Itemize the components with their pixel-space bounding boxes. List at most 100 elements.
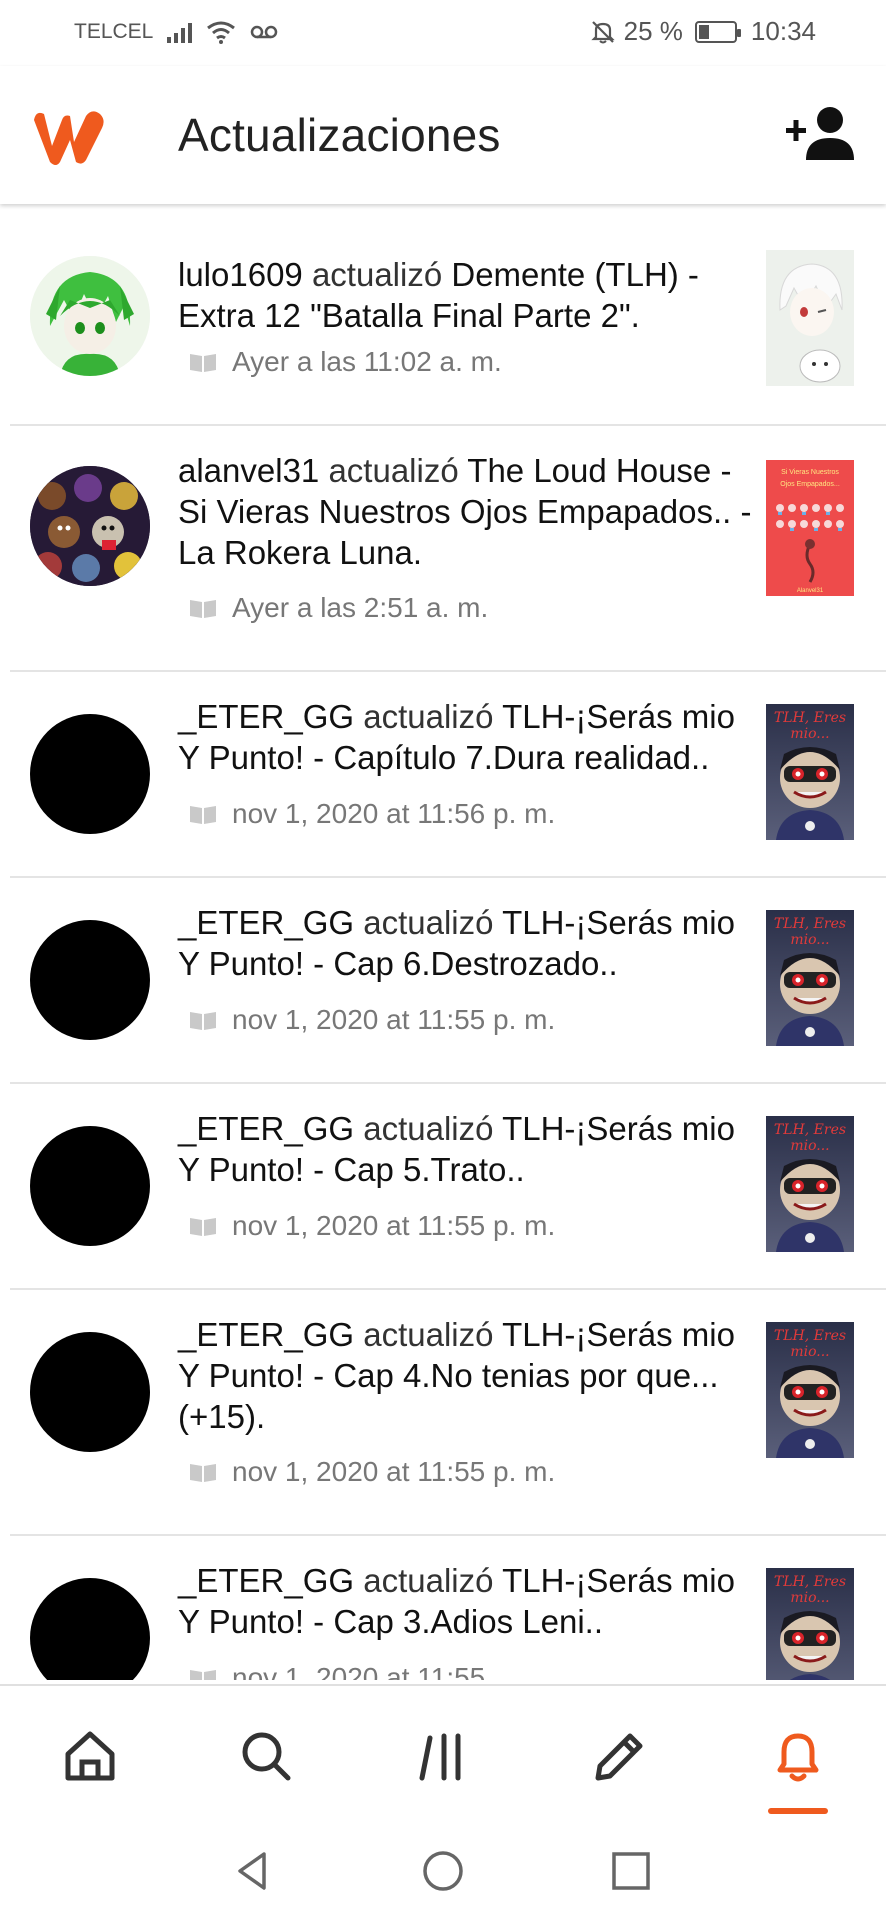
story-cover[interactable]: TLH, Eres mio... [766, 704, 854, 840]
feed-item[interactable]: _ETER_GG actualizó TLH-¡Serás mio Y Punt… [10, 1290, 886, 1536]
notifications-icon[interactable] [768, 1726, 828, 1786]
update-meta: nov 1, 2020 at 11:55 p. m. [188, 1210, 555, 1242]
avatar[interactable] [30, 1126, 150, 1246]
update-verb: actualizó [363, 1316, 494, 1353]
feed-item[interactable]: _ETER_GG actualizó TLH-¡Serás mio Y Punt… [10, 1084, 886, 1290]
update-text: _ETER_GG actualizó TLH-¡Serás mio Y Punt… [178, 1560, 758, 1642]
signal-icon [167, 21, 193, 43]
avatar[interactable] [30, 1332, 150, 1452]
update-verb: actualizó [328, 452, 459, 489]
update-time: nov 1, 2020 at 11:55 p. m. [232, 1004, 556, 1035]
username[interactable]: _ETER_GG [178, 1562, 354, 1599]
updates-feed: lulo1609 actualizó Demente (TLH) - Extra… [0, 204, 886, 1680]
active-tab-indicator [768, 1808, 828, 1814]
avatar[interactable] [30, 920, 150, 1040]
home-circle-icon[interactable] [420, 1848, 466, 1894]
story-cover[interactable]: TLH, Eres mio... [766, 910, 854, 1046]
update-verb: actualizó [311, 256, 443, 293]
update-text: alanvel31 actualizó The Loud House - Si … [178, 450, 758, 573]
username[interactable]: _ETER_GG [178, 1110, 354, 1147]
clock: 10:34 [750, 16, 816, 46]
cover-title: TLH, Eres mio... [773, 1122, 847, 1154]
system-nav [0, 1818, 886, 1920]
avatar[interactable] [30, 714, 150, 834]
update-text: _ETER_GG actualizó TLH-¡Serás mio Y Punt… [178, 1314, 758, 1437]
mute-icon [591, 20, 615, 43]
cover-title: TLH, Eres mio... [773, 710, 847, 742]
update-verb: actualizó [363, 1562, 494, 1599]
recents-icon[interactable] [608, 1848, 654, 1894]
avatar[interactable] [30, 1578, 150, 1680]
red-cover-image: Si Vieras Nuestros Ojos Empapados... Ala… [766, 460, 854, 596]
page-title: Actualizaciones [178, 109, 501, 161]
update-meta: nov 1, 2020 at 11:55 p. m. [188, 1004, 555, 1036]
update-time: nov 1, 2020 at 11:55 [232, 1662, 486, 1680]
story-cover[interactable]: TLH, Eres mio... [766, 1116, 854, 1252]
book-icon [190, 1218, 216, 1236]
update-time: nov 1, 2020 at 11:56 p. m. [232, 798, 556, 829]
update-meta: nov 1, 2020 at 11:55 [188, 1662, 485, 1680]
book-icon [190, 1464, 216, 1482]
book-icon [190, 1670, 216, 1680]
feed-item[interactable]: alanvel31 actualizó The Loud House - Si … [10, 426, 886, 672]
update-meta: nov 1, 2020 at 11:55 p. m. [188, 1456, 555, 1488]
status-left: TELCEL [74, 20, 278, 44]
story-cover[interactable]: TLH, Eres mio... [766, 1322, 854, 1458]
book-icon [190, 600, 216, 618]
battery-level [698, 24, 709, 39]
feed-item[interactable]: lulo1609 actualizó Demente (TLH) - Extra… [10, 204, 886, 426]
carrier-label: TELCEL [74, 20, 154, 43]
voicemail-icon [251, 25, 278, 39]
username[interactable]: alanvel31 [178, 452, 319, 489]
username[interactable]: lulo1609 [178, 256, 303, 293]
battery-icon [694, 20, 741, 43]
fnaf-avatar-image [30, 466, 150, 586]
username[interactable]: _ETER_GG [178, 904, 354, 941]
library-icon[interactable] [412, 1726, 472, 1786]
update-verb: actualizó [363, 698, 494, 735]
username[interactable]: _ETER_GG [178, 698, 354, 735]
search-icon[interactable] [236, 1726, 296, 1786]
story-cover[interactable]: TLH, Eres mio... [766, 1568, 854, 1680]
app-header: Actualizaciones [0, 66, 886, 204]
update-meta: nov 1, 2020 at 11:56 p. m. [188, 798, 555, 830]
update-time: Ayer a las 11:02 a. m. [232, 346, 502, 377]
update-text: lulo1609 actualizó Demente (TLH) - Extra… [178, 254, 758, 336]
story-cover[interactable]: Si Vieras Nuestros Ojos Empapados... Ala… [766, 460, 854, 596]
home-icon[interactable] [60, 1726, 120, 1786]
svg-text:Ojos Empapados...: Ojos Empapados... [780, 481, 840, 488]
svg-text:Alanvel31: Alanvel31 [797, 588, 824, 594]
story-cover[interactable] [766, 250, 854, 386]
username[interactable]: _ETER_GG [178, 1316, 354, 1353]
update-verb: actualizó [363, 904, 494, 941]
update-meta: Ayer a las 11:02 a. m. [188, 346, 502, 378]
status-bar: TELCEL 25 % 10:34 [0, 0, 886, 66]
update-text: _ETER_GG actualizó TLH-¡Serás mio Y Punt… [178, 696, 758, 778]
battery-percentage: 25 % [623, 16, 683, 46]
update-text: _ETER_GG actualizó TLH-¡Serás mio Y Punt… [178, 1108, 758, 1190]
feed-item[interactable]: _ETER_GG actualizó TLH-¡Serás mio Y Punt… [10, 1536, 886, 1680]
avatar[interactable] [30, 256, 150, 376]
book-icon [190, 1012, 216, 1030]
svg-text:Si Vieras Nuestros: Si Vieras Nuestros [781, 469, 839, 476]
wattpad-logo[interactable] [26, 102, 110, 168]
add-user-icon[interactable] [784, 104, 856, 164]
feed-item[interactable]: _ETER_GG actualizó TLH-¡Serás mio Y Punt… [10, 672, 886, 878]
back-icon[interactable] [230, 1848, 276, 1894]
update-text: _ETER_GG actualizó TLH-¡Serás mio Y Punt… [178, 902, 758, 984]
bottom-nav [0, 1684, 886, 1818]
update-verb: actualizó [363, 1110, 494, 1147]
update-meta: Ayer a las 2:51 a. m. [188, 592, 488, 624]
book-icon [190, 354, 216, 372]
wifi-icon [207, 21, 236, 44]
avatar[interactable] [30, 466, 150, 586]
update-time: nov 1, 2020 at 11:55 p. m. [232, 1456, 556, 1487]
update-time: nov 1, 2020 at 11:55 p. m. [232, 1210, 556, 1241]
book-icon [190, 806, 216, 824]
anime-white-cover-image [766, 250, 854, 386]
cover-title: TLH, Eres mio... [773, 916, 847, 948]
write-icon[interactable] [588, 1726, 648, 1786]
cover-title: TLH, Eres mio... [773, 1574, 847, 1606]
cover-title: TLH, Eres mio... [773, 1328, 847, 1360]
feed-item[interactable]: _ETER_GG actualizó TLH-¡Serás mio Y Punt… [10, 878, 886, 1084]
